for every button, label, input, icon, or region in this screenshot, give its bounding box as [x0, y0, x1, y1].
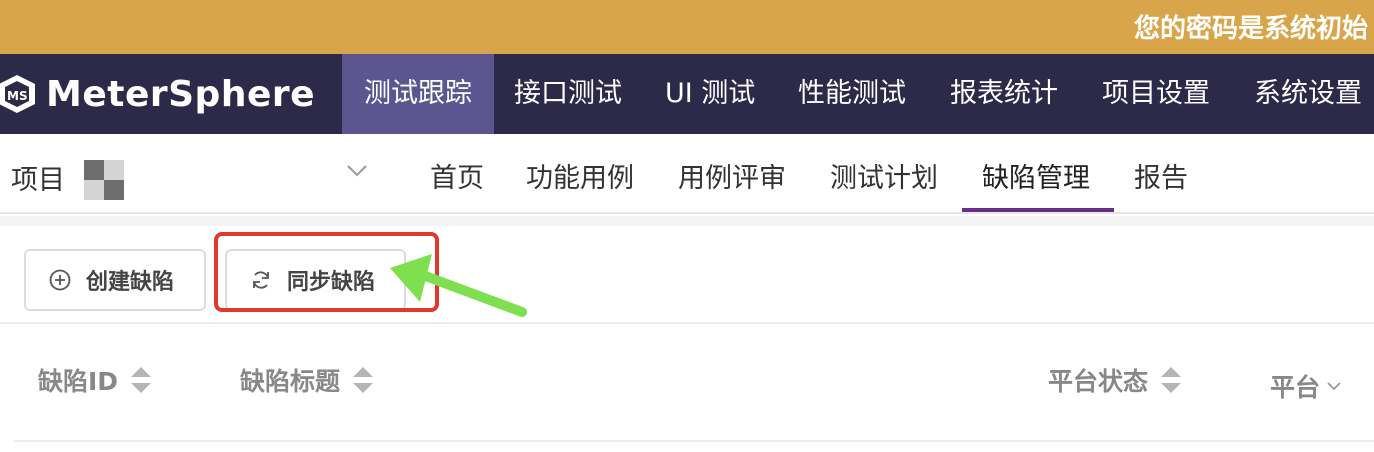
annotation-arrow-icon: [390, 254, 527, 317]
svg-text:MS: MS: [7, 89, 28, 103]
sub-navigation: 项目 首页 功能用例 用例评审 测试计划 缺陷管理 报告: [0, 134, 1374, 214]
filter-chevron-icon[interactable]: [1326, 381, 1342, 391]
plus-circle-icon: [49, 269, 71, 291]
subnav-defect-management[interactable]: 缺陷管理: [982, 156, 1090, 195]
brand-logo[interactable]: MS MeterSphere: [0, 54, 315, 134]
create-defect-label: 创建缺陷: [86, 270, 175, 295]
column-label: 缺陷标题: [240, 367, 341, 396]
column-header-defect-title[interactable]: 缺陷标题: [240, 362, 374, 398]
subnav-test-plan[interactable]: 测试计划: [830, 156, 938, 195]
banner-text: 您的密码是系统初始: [1134, 14, 1369, 44]
sort-icon[interactable]: [352, 367, 374, 393]
chevron-down-icon[interactable]: [346, 164, 368, 178]
create-defect-button[interactable]: 创建缺陷: [24, 249, 206, 311]
sort-icon[interactable]: [130, 367, 152, 393]
column-header-defect-id[interactable]: 缺陷ID: [38, 362, 152, 398]
nav-report-stats[interactable]: 报表统计: [950, 54, 1058, 134]
nav-test-track[interactable]: 测试跟踪: [342, 54, 494, 134]
column-label: 平台: [1270, 373, 1321, 402]
column-label: 平台状态: [1048, 367, 1149, 396]
top-navigation: MS MeterSphere 测试跟踪 接口测试 UI 测试 性能测试 报表统计…: [0, 54, 1374, 134]
subnav-case-review[interactable]: 用例评审: [678, 156, 786, 195]
project-label: 项目: [11, 165, 65, 196]
column-header-platform-status[interactable]: 平台状态: [1048, 362, 1182, 398]
nav-ui-test[interactable]: UI 测试: [665, 54, 755, 134]
sort-icon[interactable]: [1160, 367, 1182, 393]
toolbar-divider: [0, 322, 1374, 324]
subnav-report[interactable]: 报告: [1134, 156, 1188, 195]
password-warning-banner: 您的密码是系统初始: [0, 0, 1374, 54]
column-label: 缺陷ID: [38, 367, 119, 396]
nav-project-settings[interactable]: 项目设置: [1102, 54, 1210, 134]
metersphere-logo-icon: MS: [0, 75, 35, 113]
section-gap: [0, 216, 1374, 226]
subnav-test-cases[interactable]: 功能用例: [526, 156, 634, 195]
nav-api-test[interactable]: 接口测试: [514, 54, 622, 134]
brand-name: MeterSphere: [46, 73, 316, 115]
active-tab-indicator: [962, 208, 1114, 212]
subnav-home[interactable]: 首页: [430, 156, 484, 195]
project-avatar-icon[interactable]: [84, 158, 124, 200]
column-header-platform[interactable]: 平台: [1270, 368, 1342, 404]
nav-performance-test[interactable]: 性能测试: [798, 54, 906, 134]
table-header-divider: [14, 440, 1374, 442]
nav-system-settings[interactable]: 系统设置: [1254, 54, 1362, 134]
